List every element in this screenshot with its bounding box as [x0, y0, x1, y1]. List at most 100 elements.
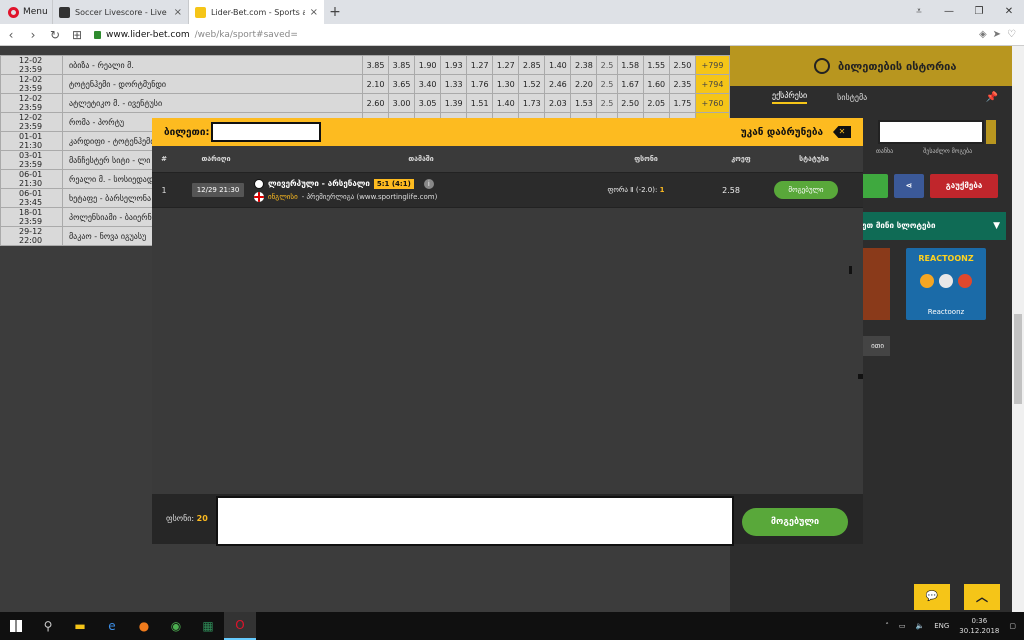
chat-button[interactable]: 💬: [914, 584, 950, 610]
back-button[interactable]: უკან დაბრუნება: [741, 127, 823, 138]
col-event: თამაში: [408, 155, 434, 163]
network-icon[interactable]: ▭: [899, 622, 906, 630]
firefox-icon[interactable]: ●: [128, 612, 160, 640]
odds-total: 2.05: [642, 93, 670, 113]
ticket-modal-footer: ფსონი: 20 მოგებული: [152, 494, 863, 546]
tab-lider-bet[interactable]: Lider-Bet.com - Sports an ×: [188, 0, 324, 24]
livescore-favicon-icon: [59, 6, 70, 18]
ticket-modal-header: ბილეთი: უკან დაბრუნება ✕: [152, 118, 863, 146]
tab-express[interactable]: ექსპრესი: [772, 91, 808, 104]
cancel-button[interactable]: გაუქმება: [930, 174, 998, 198]
odds-row[interactable]: 12-02 23:59 იბიზა - რეალი მ. 3.85 3.85 1.90 1…: [0, 55, 730, 75]
system-tray: ˄ ▭ 🔈 ENG 0:36 30.12.2018 ▢: [885, 612, 1016, 640]
url-field[interactable]: www.lider-bet.com/web/ka/sport#saved=: [94, 30, 298, 40]
mini-slots-header[interactable]: ეთ მინი სლოტები ▼: [860, 212, 1006, 240]
col-date: თარიღი: [201, 155, 231, 163]
clock[interactable]: 0:36 30.12.2018: [959, 616, 999, 636]
odds-total: 2.35: [668, 74, 697, 94]
footer-status-button[interactable]: მოგებული: [742, 508, 848, 536]
share-button[interactable]: ⋖: [894, 174, 924, 198]
tab-soccer-livescore[interactable]: Soccer Livescore - Live Sc ×: [52, 0, 188, 24]
odds-date: 01-01 21:30: [0, 131, 63, 151]
odds-total: 1.67: [616, 74, 644, 94]
odds-date: 18-01 23:59: [0, 207, 63, 227]
odds-value: 1.76: [466, 74, 494, 94]
page-scrollbar[interactable]: [1012, 46, 1024, 612]
bet-type-tabs: ექსპრესი სისტემა 📌: [730, 86, 1012, 108]
odds-value: 1.33: [440, 74, 468, 94]
back-icon[interactable]: ‹: [0, 28, 22, 42]
odds-row[interactable]: 12-02 23:59 ტოტენჰემი - დორტმუნდი 2.10 3.65…: [0, 74, 730, 94]
odds-date: 12-02 23:59: [0, 74, 63, 94]
row-date: 12/29 21:30: [192, 183, 244, 197]
scroll-top-button[interactable]: ︿: [964, 584, 1000, 610]
panel-pill-button[interactable]: ითი: [860, 336, 890, 356]
odds-more: +799: [695, 55, 730, 75]
tab-menu-icon[interactable]: ⩡: [904, 0, 934, 24]
tab-system[interactable]: სისტემა: [837, 93, 867, 102]
england-flag-icon: [254, 191, 264, 202]
slot-game-reactoonz[interactable]: REACTOONZ Reactoonz: [906, 248, 986, 320]
chrome-icon[interactable]: ◉: [160, 612, 192, 640]
extension-icon[interactable]: ◈: [979, 29, 987, 40]
url-host: www.lider-bet.com: [106, 29, 190, 40]
confirm-button[interactable]: [860, 174, 888, 198]
odds-row[interactable]: 12-02 23:59 ატლეტიკო მ. - ივენტუსი 2.60 3.0…: [0, 93, 730, 113]
excel-icon[interactable]: ▦: [192, 612, 224, 640]
minimize-icon[interactable]: —: [934, 0, 964, 24]
odds-value: 1.40: [492, 93, 520, 113]
ticket-modal: ბილეთი: უკან დაბრუნება ✕ # თარიღი თამაში…: [152, 118, 863, 546]
pin-icon[interactable]: 📌: [986, 92, 998, 103]
chevron-down-icon: ▼: [993, 221, 1000, 231]
tab-close-icon[interactable]: ×: [174, 7, 182, 18]
close-icon[interactable]: ✕: [833, 126, 851, 138]
forward-icon[interactable]: ›: [22, 28, 44, 42]
panel-actions: ⋖ გაუქმება: [860, 174, 998, 198]
search-icon[interactable]: ⚲: [32, 612, 64, 640]
reload-icon[interactable]: ↻: [44, 28, 66, 42]
file-explorer-icon[interactable]: ▬: [64, 612, 96, 640]
send-icon[interactable]: ➤: [993, 29, 1001, 40]
start-button[interactable]: [0, 612, 32, 640]
speed-dial-icon[interactable]: ⊞: [66, 28, 88, 42]
url-path: /web/ka/sport#saved=: [194, 29, 298, 40]
odds-value: 1.90: [414, 55, 442, 75]
tab-close-icon[interactable]: ×: [310, 7, 318, 18]
odds-line: 2.5: [596, 55, 618, 75]
match-teams: ლივერპული - არსენალი: [268, 179, 370, 188]
odds-date: 03-01 23:59: [0, 150, 63, 170]
odds-date: 12-02 23:59: [0, 112, 63, 132]
windows-logo-icon: [10, 620, 22, 632]
clock-time: 0:36: [971, 617, 988, 625]
odds-value: 2.38: [570, 55, 598, 75]
odds-value: 2.46: [544, 74, 572, 94]
slot-game-thumbnail[interactable]: [860, 248, 890, 320]
row-status-badge: მოგებული: [774, 181, 838, 199]
odds-value: 1.93: [440, 55, 468, 75]
maximize-icon[interactable]: ❐: [964, 0, 994, 24]
opera-taskbar-icon[interactable]: O: [224, 612, 256, 640]
odds-total: 1.75: [668, 93, 697, 113]
cursor-mark: [849, 266, 852, 274]
edge-icon[interactable]: e: [96, 612, 128, 640]
opera-menu-button[interactable]: Menu: [0, 0, 52, 24]
close-window-icon[interactable]: ✕: [994, 0, 1024, 24]
ticket-label: ბილეთი:: [164, 126, 210, 138]
language-indicator[interactable]: ENG: [934, 622, 949, 630]
tray-chevron-icon[interactable]: ˄: [885, 622, 889, 630]
odds-value: 1.30: [492, 74, 520, 94]
tab-title: Soccer Livescore - Live Sc: [75, 7, 169, 17]
odds-value: 1.27: [466, 55, 494, 75]
odds-value: 3.05: [414, 93, 442, 113]
match-league: - პრემიერლიგა (www.sportinglife.com): [301, 192, 438, 201]
notifications-icon[interactable]: ▢: [1009, 622, 1016, 630]
volume-icon[interactable]: 🔈: [915, 622, 924, 630]
redacted-footer-area: [216, 496, 734, 546]
new-tab-button[interactable]: +: [324, 0, 346, 24]
info-icon[interactable]: i: [423, 178, 434, 189]
heart-icon[interactable]: ♡: [1007, 29, 1016, 40]
odds-more: +760: [695, 93, 730, 113]
address-bar: ‹ › ↻ ⊞ www.lider-bet.com/web/ka/sport#s…: [0, 24, 1024, 46]
amount-label: თანხა: [876, 148, 894, 155]
scrollbar-thumb[interactable]: [1014, 314, 1022, 404]
